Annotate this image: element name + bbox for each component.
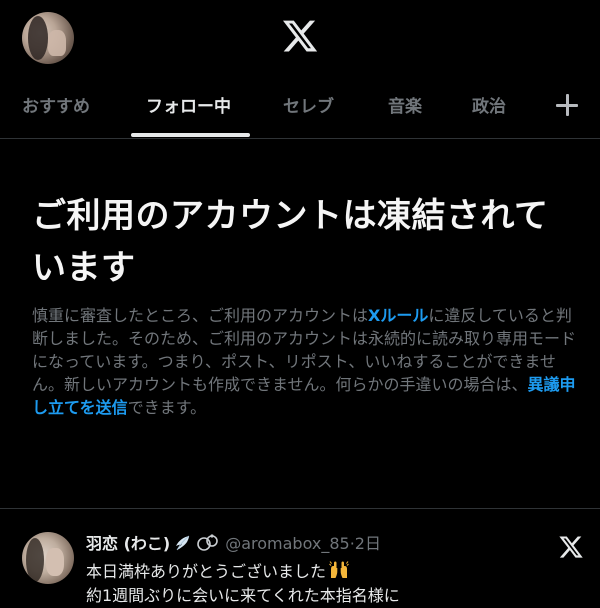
active-tab-indicator <box>131 133 250 137</box>
post-header: 羽恋 (わこ) @aromabox_85·2日 <box>86 532 381 556</box>
suspension-message-part-1: 慎重に審査したところ、ご利用のアカウントは <box>32 306 369 325</box>
x-rules-link[interactable]: Xルール <box>368 306 428 325</box>
post-author-handle[interactable]: @aromabox_85 <box>225 534 350 553</box>
post-text-line-1: 本日満枠ありがとうございました <box>86 562 327 581</box>
suspension-message: 慎重に審査したところ、ご利用のアカウントはXルールに違反していると判断しました。… <box>32 304 580 419</box>
profile-avatar[interactable] <box>22 12 74 64</box>
raising-hands-icon <box>329 561 349 578</box>
tab-celebrity[interactable]: セレブ <box>283 92 334 117</box>
avatar-hair <box>26 538 44 582</box>
avatar-hand <box>46 548 64 576</box>
post-text-line: 本日満枠ありがとうございました <box>86 560 556 584</box>
avatar-hair <box>28 16 48 60</box>
top-bar <box>0 0 600 72</box>
rings-icon <box>197 534 219 551</box>
suspension-message-part-3: できます。 <box>127 398 207 417</box>
avatar-hand <box>48 30 66 56</box>
post-timestamp[interactable]: 2日 <box>355 534 381 553</box>
tab-following[interactable]: フォロー中 <box>146 92 231 117</box>
divider <box>0 508 600 509</box>
plus-icon[interactable] <box>556 94 578 116</box>
wing-icon <box>176 535 190 551</box>
post-text-line: 約1週間ぶりに会いに来てくれた本指名様に <box>86 586 400 605</box>
tab-politics[interactable]: 政治 <box>472 92 506 117</box>
post-author-avatar[interactable] <box>22 532 74 584</box>
suspension-title: ご利用のアカウントは凍結されています <box>32 196 549 288</box>
x-logo-icon[interactable] <box>281 17 319 55</box>
post-author-name[interactable]: 羽恋 (わこ) <box>86 534 170 553</box>
tab-music[interactable]: 音楽 <box>388 92 422 117</box>
tab-recommended[interactable]: おすすめ <box>22 92 90 117</box>
post-text: 本日満枠ありがとうございました 約1週間ぶりに会いに来てくれた本指名様に <box>86 560 556 608</box>
timeline-tabs: おすすめ フォロー中 セレブ 音楽 政治 <box>0 80 600 139</box>
x-logo-icon <box>559 536 583 558</box>
